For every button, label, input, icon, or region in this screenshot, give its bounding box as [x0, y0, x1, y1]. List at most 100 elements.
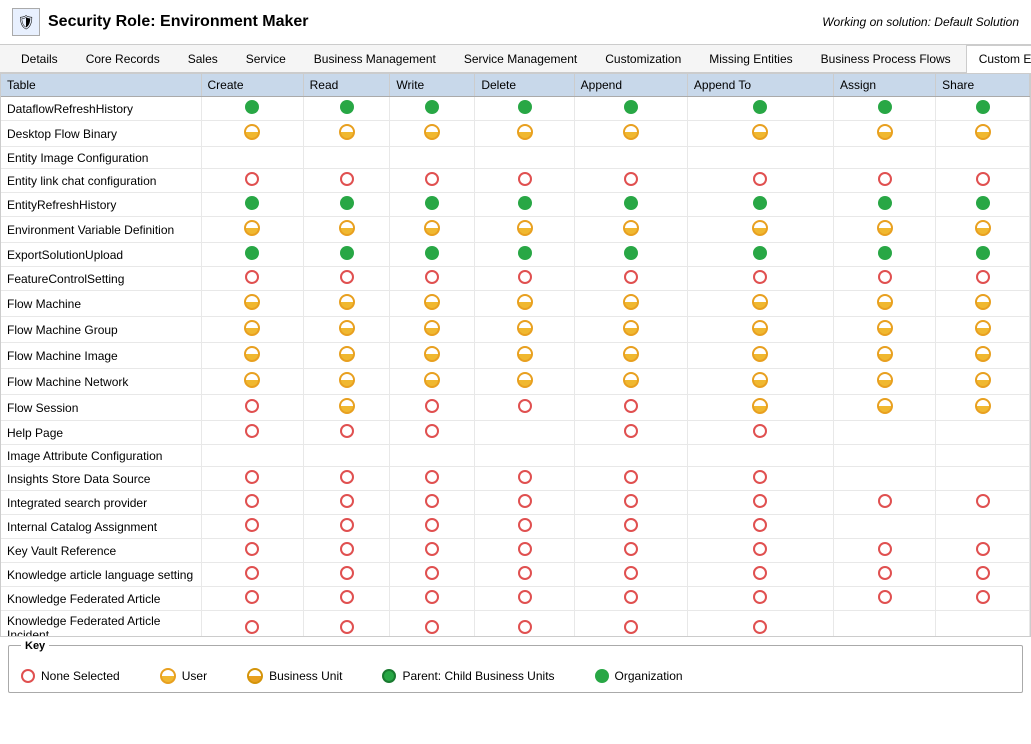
permission-cell[interactable] — [390, 169, 475, 193]
permission-cell[interactable] — [390, 539, 475, 563]
permission-cell[interactable] — [303, 267, 390, 291]
permission-cell[interactable] — [201, 421, 303, 445]
none-icon[interactable] — [245, 494, 259, 508]
permission-cell[interactable] — [687, 563, 833, 587]
permission-cell[interactable] — [687, 467, 833, 491]
user-icon[interactable] — [160, 668, 176, 684]
permission-cell[interactable] — [574, 243, 687, 267]
user-icon[interactable] — [244, 372, 260, 388]
permission-cell[interactable] — [834, 467, 936, 491]
none-icon[interactable] — [518, 620, 532, 634]
org-icon[interactable] — [624, 246, 638, 260]
permission-cell[interactable] — [303, 587, 390, 611]
user-icon[interactable] — [424, 346, 440, 362]
org-icon[interactable] — [425, 246, 439, 260]
none-icon[interactable] — [245, 590, 259, 604]
permission-cell[interactable] — [201, 369, 303, 395]
user-icon[interactable] — [877, 294, 893, 310]
user-icon[interactable] — [244, 124, 260, 140]
permission-cell[interactable] — [687, 169, 833, 193]
user-icon[interactable] — [877, 320, 893, 336]
user-icon[interactable] — [623, 320, 639, 336]
org-icon[interactable] — [340, 100, 354, 114]
permission-cell[interactable] — [834, 317, 936, 343]
user-icon[interactable] — [975, 220, 991, 236]
user-icon[interactable] — [339, 124, 355, 140]
permission-cell[interactable] — [390, 291, 475, 317]
none-icon[interactable] — [976, 566, 990, 580]
permission-cell[interactable] — [687, 421, 833, 445]
none-icon[interactable] — [245, 620, 259, 634]
permission-cell[interactable] — [834, 587, 936, 611]
permission-cell[interactable] — [475, 491, 574, 515]
permission-cell[interactable] — [475, 147, 574, 169]
none-icon[interactable] — [976, 494, 990, 508]
permission-cell[interactable] — [834, 121, 936, 147]
user-icon[interactable] — [517, 320, 533, 336]
permission-cell[interactable] — [936, 467, 1030, 491]
none-icon[interactable] — [624, 590, 638, 604]
permission-cell[interactable] — [201, 147, 303, 169]
permission-cell[interactable] — [390, 467, 475, 491]
permission-cell[interactable] — [936, 193, 1030, 217]
org-icon[interactable] — [976, 196, 990, 210]
permission-cell[interactable] — [390, 121, 475, 147]
user-icon[interactable] — [623, 124, 639, 140]
permission-cell[interactable] — [475, 611, 574, 638]
none-icon[interactable] — [753, 270, 767, 284]
none-icon[interactable] — [753, 590, 767, 604]
permission-cell[interactable] — [834, 515, 936, 539]
user-icon[interactable] — [752, 398, 768, 414]
permission-cell[interactable] — [303, 147, 390, 169]
permission-cell[interactable] — [687, 515, 833, 539]
bu-icon[interactable] — [247, 668, 263, 684]
permission-cell[interactable] — [574, 317, 687, 343]
permission-cell[interactable] — [936, 421, 1030, 445]
none-icon[interactable] — [425, 470, 439, 484]
pbu-icon[interactable] — [382, 669, 396, 683]
none-icon[interactable] — [976, 270, 990, 284]
permission-cell[interactable] — [687, 395, 833, 421]
permission-cell[interactable] — [574, 343, 687, 369]
permission-cell[interactable] — [303, 421, 390, 445]
permission-cell[interactable] — [303, 369, 390, 395]
permission-cell[interactable] — [687, 539, 833, 563]
org-icon[interactable] — [976, 100, 990, 114]
permission-cell[interactable] — [574, 169, 687, 193]
tab-business-process-flows[interactable]: Business Process Flows — [808, 45, 964, 72]
permission-cell[interactable] — [475, 121, 574, 147]
permission-cell[interactable] — [687, 587, 833, 611]
permission-cell[interactable] — [574, 539, 687, 563]
permission-cell[interactable] — [390, 611, 475, 638]
permission-cell[interactable] — [574, 147, 687, 169]
permission-cell[interactable] — [303, 169, 390, 193]
permission-cell[interactable] — [475, 169, 574, 193]
user-icon[interactable] — [424, 320, 440, 336]
none-icon[interactable] — [753, 494, 767, 508]
permission-cell[interactable] — [201, 539, 303, 563]
none-icon[interactable] — [976, 542, 990, 556]
permission-cell[interactable] — [687, 491, 833, 515]
user-icon[interactable] — [517, 346, 533, 362]
permission-cell[interactable] — [303, 467, 390, 491]
user-icon[interactable] — [517, 372, 533, 388]
permission-cell[interactable] — [574, 369, 687, 395]
permission-cell[interactable] — [303, 343, 390, 369]
permission-cell[interactable] — [303, 445, 390, 467]
tab-service[interactable]: Service — [233, 45, 299, 72]
user-icon[interactable] — [975, 372, 991, 388]
permission-cell[interactable] — [201, 317, 303, 343]
permission-cell[interactable] — [475, 563, 574, 587]
permission-cell[interactable] — [201, 563, 303, 587]
none-icon[interactable] — [753, 566, 767, 580]
permission-cell[interactable] — [201, 445, 303, 467]
permission-cell[interactable] — [303, 217, 390, 243]
none-icon[interactable] — [518, 494, 532, 508]
none-icon[interactable] — [878, 590, 892, 604]
permission-cell[interactable] — [303, 515, 390, 539]
permission-cell[interactable] — [390, 515, 475, 539]
permission-cell[interactable] — [687, 445, 833, 467]
none-icon[interactable] — [624, 172, 638, 186]
none-icon[interactable] — [624, 470, 638, 484]
permission-cell[interactable] — [834, 445, 936, 467]
